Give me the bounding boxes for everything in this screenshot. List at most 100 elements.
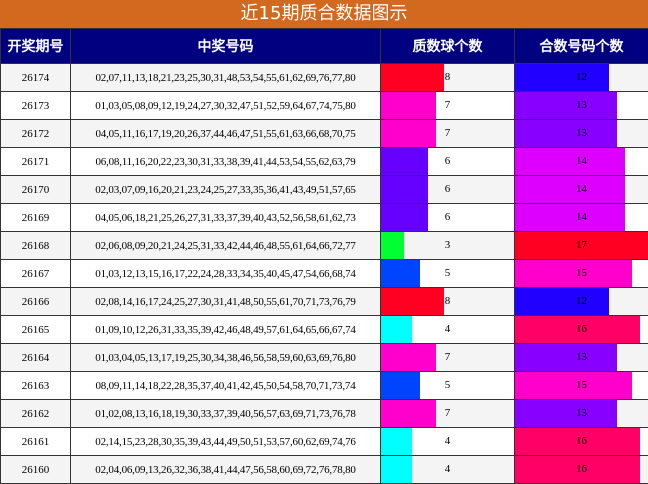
numbers-cell: 02,04,06,09,13,26,32,36,38,41,44,47,56,5… — [71, 456, 381, 484]
composite-count-cell: 14 — [515, 148, 648, 176]
numbers-cell: 02,06,08,09,20,21,24,25,31,33,42,44,46,4… — [71, 232, 381, 260]
prime-count-cell: 7 — [381, 344, 515, 372]
prime-count-cell: 7 — [381, 400, 515, 428]
composite-count-cell: 12 — [515, 64, 648, 92]
numbers-cell: 04,05,11,16,17,19,20,26,37,44,46,47,51,5… — [71, 120, 381, 148]
prime-count-label: 4 — [381, 456, 514, 483]
composite-count-cell: 16 — [515, 428, 648, 456]
prime-count-cell: 4 — [381, 456, 515, 484]
prime-count-cell: 7 — [381, 92, 515, 120]
header-row: 开奖期号 中奖号码 质数球个数 合数号码个数 — [1, 29, 648, 64]
period-cell: 26164 — [1, 344, 71, 372]
numbers-cell: 02,03,07,09,16,20,21,23,24,25,27,33,35,3… — [71, 176, 381, 204]
composite-count-label: 17 — [515, 232, 648, 259]
header-numbers: 中奖号码 — [71, 29, 381, 64]
table-row: 2617301,03,05,08,09,12,19,24,27,30,32,47… — [1, 92, 648, 120]
composite-count-cell: 12 — [515, 288, 648, 316]
period-cell: 26162 — [1, 400, 71, 428]
composite-count-cell: 13 — [515, 120, 648, 148]
prime-count-cell: 8 — [381, 64, 515, 92]
numbers-cell: 01,03,04,05,13,17,19,25,30,34,38,46,56,5… — [71, 344, 381, 372]
prime-count-label: 4 — [381, 428, 514, 455]
data-table: 开奖期号 中奖号码 质数球个数 合数号码个数 2617402,07,11,13,… — [0, 28, 648, 484]
composite-count-label: 16 — [515, 316, 648, 343]
prime-count-cell: 5 — [381, 260, 515, 288]
prime-count-label: 6 — [381, 204, 514, 231]
numbers-cell: 02,14,15,23,28,30,35,39,43,44,49,50,51,5… — [71, 428, 381, 456]
composite-count-label: 16 — [515, 456, 648, 483]
period-cell: 26165 — [1, 316, 71, 344]
prime-count-label: 7 — [381, 92, 514, 119]
prime-count-cell: 7 — [381, 120, 515, 148]
prime-count-label: 7 — [381, 400, 514, 427]
composite-count-cell: 14 — [515, 204, 648, 232]
composite-count-cell: 16 — [515, 456, 648, 484]
prime-count-cell: 3 — [381, 232, 515, 260]
period-cell: 26173 — [1, 92, 71, 120]
composite-count-label: 15 — [515, 372, 648, 399]
prime-count-label: 4 — [381, 316, 514, 343]
period-cell: 26169 — [1, 204, 71, 232]
composite-count-label: 13 — [515, 92, 648, 119]
header-prime-count: 质数球个数 — [381, 29, 515, 64]
composite-count-label: 15 — [515, 260, 648, 287]
prime-count-cell: 4 — [381, 428, 515, 456]
composite-count-cell: 16 — [515, 316, 648, 344]
period-cell: 26170 — [1, 176, 71, 204]
prime-count-label: 8 — [381, 288, 514, 315]
prime-count-label: 8 — [381, 64, 514, 91]
chart-frame: 近15期质合数据图示 开奖期号 中奖号码 质数球个数 合数号码个数 261740… — [0, 0, 648, 483]
table-row: 2616904,05,06,18,21,25,26,27,31,33,37,39… — [1, 204, 648, 232]
table-row: 2616201,02,08,13,16,18,19,30,33,37,39,40… — [1, 400, 648, 428]
period-cell: 26174 — [1, 64, 71, 92]
table-row: 2616102,14,15,23,28,30,35,39,43,44,49,50… — [1, 428, 648, 456]
table-body: 2617402,07,11,13,18,21,23,25,30,31,48,53… — [1, 64, 648, 484]
composite-count-cell: 17 — [515, 232, 648, 260]
composite-count-cell: 15 — [515, 372, 648, 400]
numbers-cell: 01,02,08,13,16,18,19,30,33,37,39,40,56,5… — [71, 400, 381, 428]
composite-count-label: 14 — [515, 148, 648, 175]
composite-count-label: 14 — [515, 176, 648, 203]
table-row: 2616308,09,11,14,18,22,28,35,37,40,41,42… — [1, 372, 648, 400]
table-row: 2616802,06,08,09,20,21,24,25,31,33,42,44… — [1, 232, 648, 260]
prime-count-cell: 5 — [381, 372, 515, 400]
prime-count-label: 7 — [381, 344, 514, 371]
prime-count-label: 3 — [381, 232, 514, 259]
prime-count-cell: 6 — [381, 176, 515, 204]
numbers-cell: 01,03,05,08,09,12,19,24,27,30,32,47,51,5… — [71, 92, 381, 120]
period-cell: 26172 — [1, 120, 71, 148]
composite-count-label: 13 — [515, 344, 648, 371]
prime-count-label: 6 — [381, 148, 514, 175]
prime-count-cell: 6 — [381, 204, 515, 232]
table-row: 2616401,03,04,05,13,17,19,25,30,34,38,46… — [1, 344, 648, 372]
numbers-cell: 04,05,06,18,21,25,26,27,31,33,37,39,40,4… — [71, 204, 381, 232]
composite-count-label: 13 — [515, 400, 648, 427]
prime-count-cell: 4 — [381, 316, 515, 344]
prime-count-label: 5 — [381, 260, 514, 287]
numbers-cell: 01,03,12,13,15,16,17,22,24,28,33,34,35,4… — [71, 260, 381, 288]
composite-count-cell: 13 — [515, 344, 648, 372]
numbers-cell: 02,07,11,13,18,21,23,25,30,31,48,53,54,5… — [71, 64, 381, 92]
composite-count-label: 12 — [515, 64, 648, 91]
numbers-cell: 06,08,11,16,20,22,23,30,31,33,38,39,41,4… — [71, 148, 381, 176]
composite-count-label: 16 — [515, 428, 648, 455]
period-cell: 26163 — [1, 372, 71, 400]
table-row: 2617002,03,07,09,16,20,21,23,24,25,27,33… — [1, 176, 648, 204]
numbers-cell: 01,09,10,12,26,31,33,35,39,42,46,48,49,5… — [71, 316, 381, 344]
table-row: 2617402,07,11,13,18,21,23,25,30,31,48,53… — [1, 64, 648, 92]
composite-count-label: 13 — [515, 120, 648, 147]
page-title: 近15期质合数据图示 — [0, 0, 648, 28]
period-cell: 26166 — [1, 288, 71, 316]
table-row: 2617106,08,11,16,20,22,23,30,31,33,38,39… — [1, 148, 648, 176]
composite-count-cell: 13 — [515, 92, 648, 120]
table-row: 2616002,04,06,09,13,26,32,36,38,41,44,47… — [1, 456, 648, 484]
numbers-cell: 08,09,11,14,18,22,28,35,37,40,41,42,45,5… — [71, 372, 381, 400]
numbers-cell: 02,08,14,16,17,24,25,27,30,31,41,48,50,5… — [71, 288, 381, 316]
period-cell: 26161 — [1, 428, 71, 456]
period-cell: 26168 — [1, 232, 71, 260]
composite-count-cell: 13 — [515, 400, 648, 428]
prime-count-label: 5 — [381, 372, 514, 399]
prime-count-label: 6 — [381, 176, 514, 203]
table-row: 2616602,08,14,16,17,24,25,27,30,31,41,48… — [1, 288, 648, 316]
header-composite-count: 合数号码个数 — [515, 29, 648, 64]
